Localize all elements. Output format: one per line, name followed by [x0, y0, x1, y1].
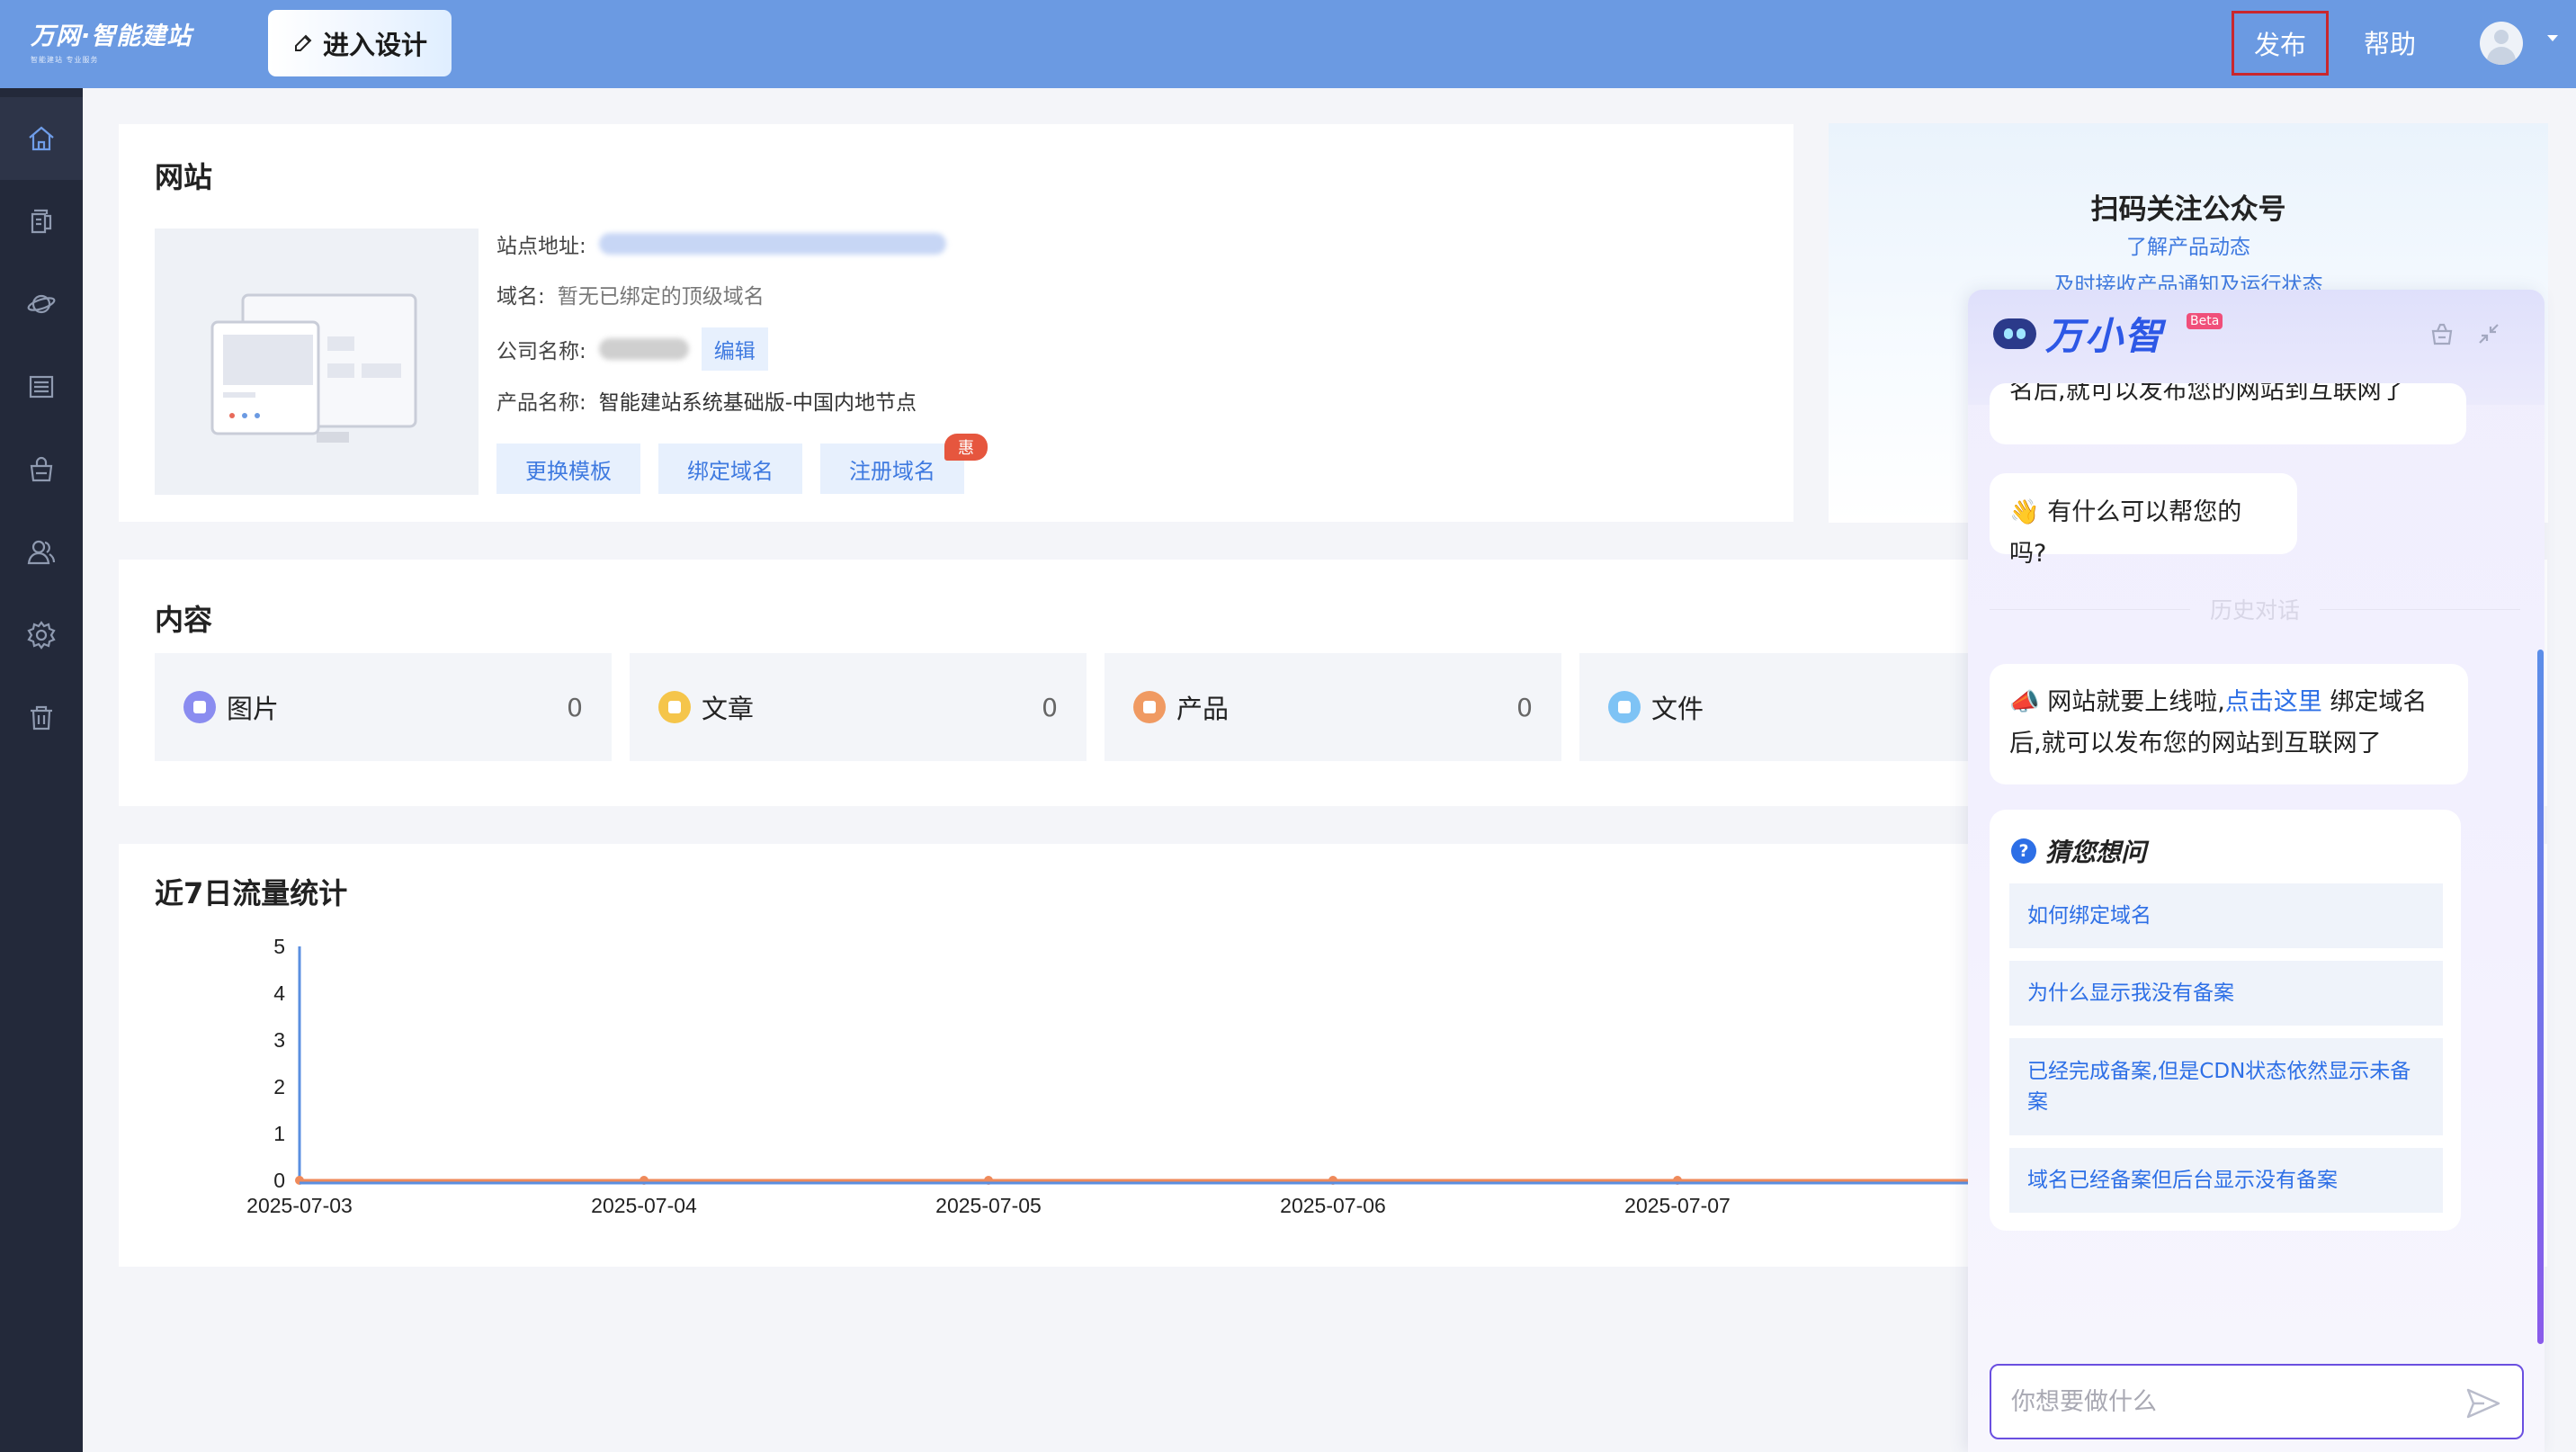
chat-message-domain: 📣 网站就要上线啦,点击这里 绑定域名后,就可以发布您的网站到互联网了: [1990, 664, 2468, 784]
x-tick-label: 2025-07-07: [1624, 1194, 1731, 1217]
y-tick-label: 2: [273, 1075, 285, 1098]
x-tick-label: 2025-07-05: [935, 1194, 1042, 1217]
y-tick-label: 0: [273, 1169, 285, 1192]
chat-message-partial: 名后,就可以发布您的网站到互联网了: [1990, 383, 2466, 444]
greeting-text: 👋 有什么可以帮您的吗?: [2009, 498, 2242, 568]
chat-input-box: [1990, 1364, 2524, 1439]
send-icon[interactable]: [2466, 1387, 2500, 1420]
y-tick-label: 1: [273, 1122, 285, 1145]
suggested-question[interactable]: 已经完成备案,但是CDN状态依然显示未备案: [2009, 1038, 2443, 1135]
robot-icon: [1993, 318, 2036, 349]
x-tick-label: 2025-07-06: [1280, 1194, 1386, 1217]
y-tick-label: 4: [273, 981, 285, 1005]
suggestions-title: ? 猜您想问: [2011, 833, 2146, 869]
suggestions-title-text: 猜您想问: [2045, 838, 2147, 867]
chat-input[interactable]: [2011, 1384, 2443, 1420]
message-prefix: 📣 网站就要上线啦,: [2009, 688, 2225, 716]
message-text: 名后,就可以发布您的网站到互联网了: [2009, 383, 2406, 405]
chevron-down-icon[interactable]: [2547, 35, 2558, 41]
traffic-chart: 0 1 2 3 4 5 2025-07-03 2025-07-04 2025-07-05 2025…: [246, 935, 1968, 1217]
history-divider: 历史对话: [1990, 593, 2521, 625]
suggested-questions: ? 猜您想问 如何绑定域名 为什么显示我没有备案 已经完成备案,但是CDN状态依…: [1990, 810, 2461, 1231]
chat-greeting: 👋 有什么可以帮您的吗?: [1990, 473, 2297, 568]
beta-badge: Beta: [2187, 313, 2223, 329]
y-tick-label: 5: [273, 935, 285, 958]
x-tick-label: 2025-07-03: [246, 1194, 353, 1217]
click-here-link[interactable]: 点击这里: [2225, 688, 2322, 716]
chat-title: 万小智: [2045, 314, 2165, 358]
user-avatar[interactable]: [2480, 22, 2523, 65]
x-tick-label: 2025-07-04: [591, 1194, 697, 1217]
question-icon: ?: [2011, 838, 2036, 864]
suggested-question[interactable]: 如何绑定域名: [2009, 883, 2443, 948]
clear-chat-icon[interactable]: [2428, 320, 2455, 347]
y-tick-label: 3: [273, 1028, 285, 1052]
help-button[interactable]: 帮助: [2364, 23, 2416, 61]
suggested-question[interactable]: 域名已经备案但后台显示没有备案: [2009, 1148, 2443, 1213]
publish-button[interactable]: 发布: [2232, 11, 2329, 76]
suggested-question[interactable]: 为什么显示我没有备案: [2009, 961, 2443, 1026]
history-label[interactable]: 历史对话: [2210, 593, 2300, 625]
collapse-icon[interactable]: [2475, 320, 2502, 347]
ai-assistant-panel: 万小智 Beta 名后,就可以发布您的网站到互联网了 👋 有什么可以帮您的吗? …: [1968, 290, 2545, 1452]
chat-scrollbar[interactable]: [2537, 650, 2544, 1344]
